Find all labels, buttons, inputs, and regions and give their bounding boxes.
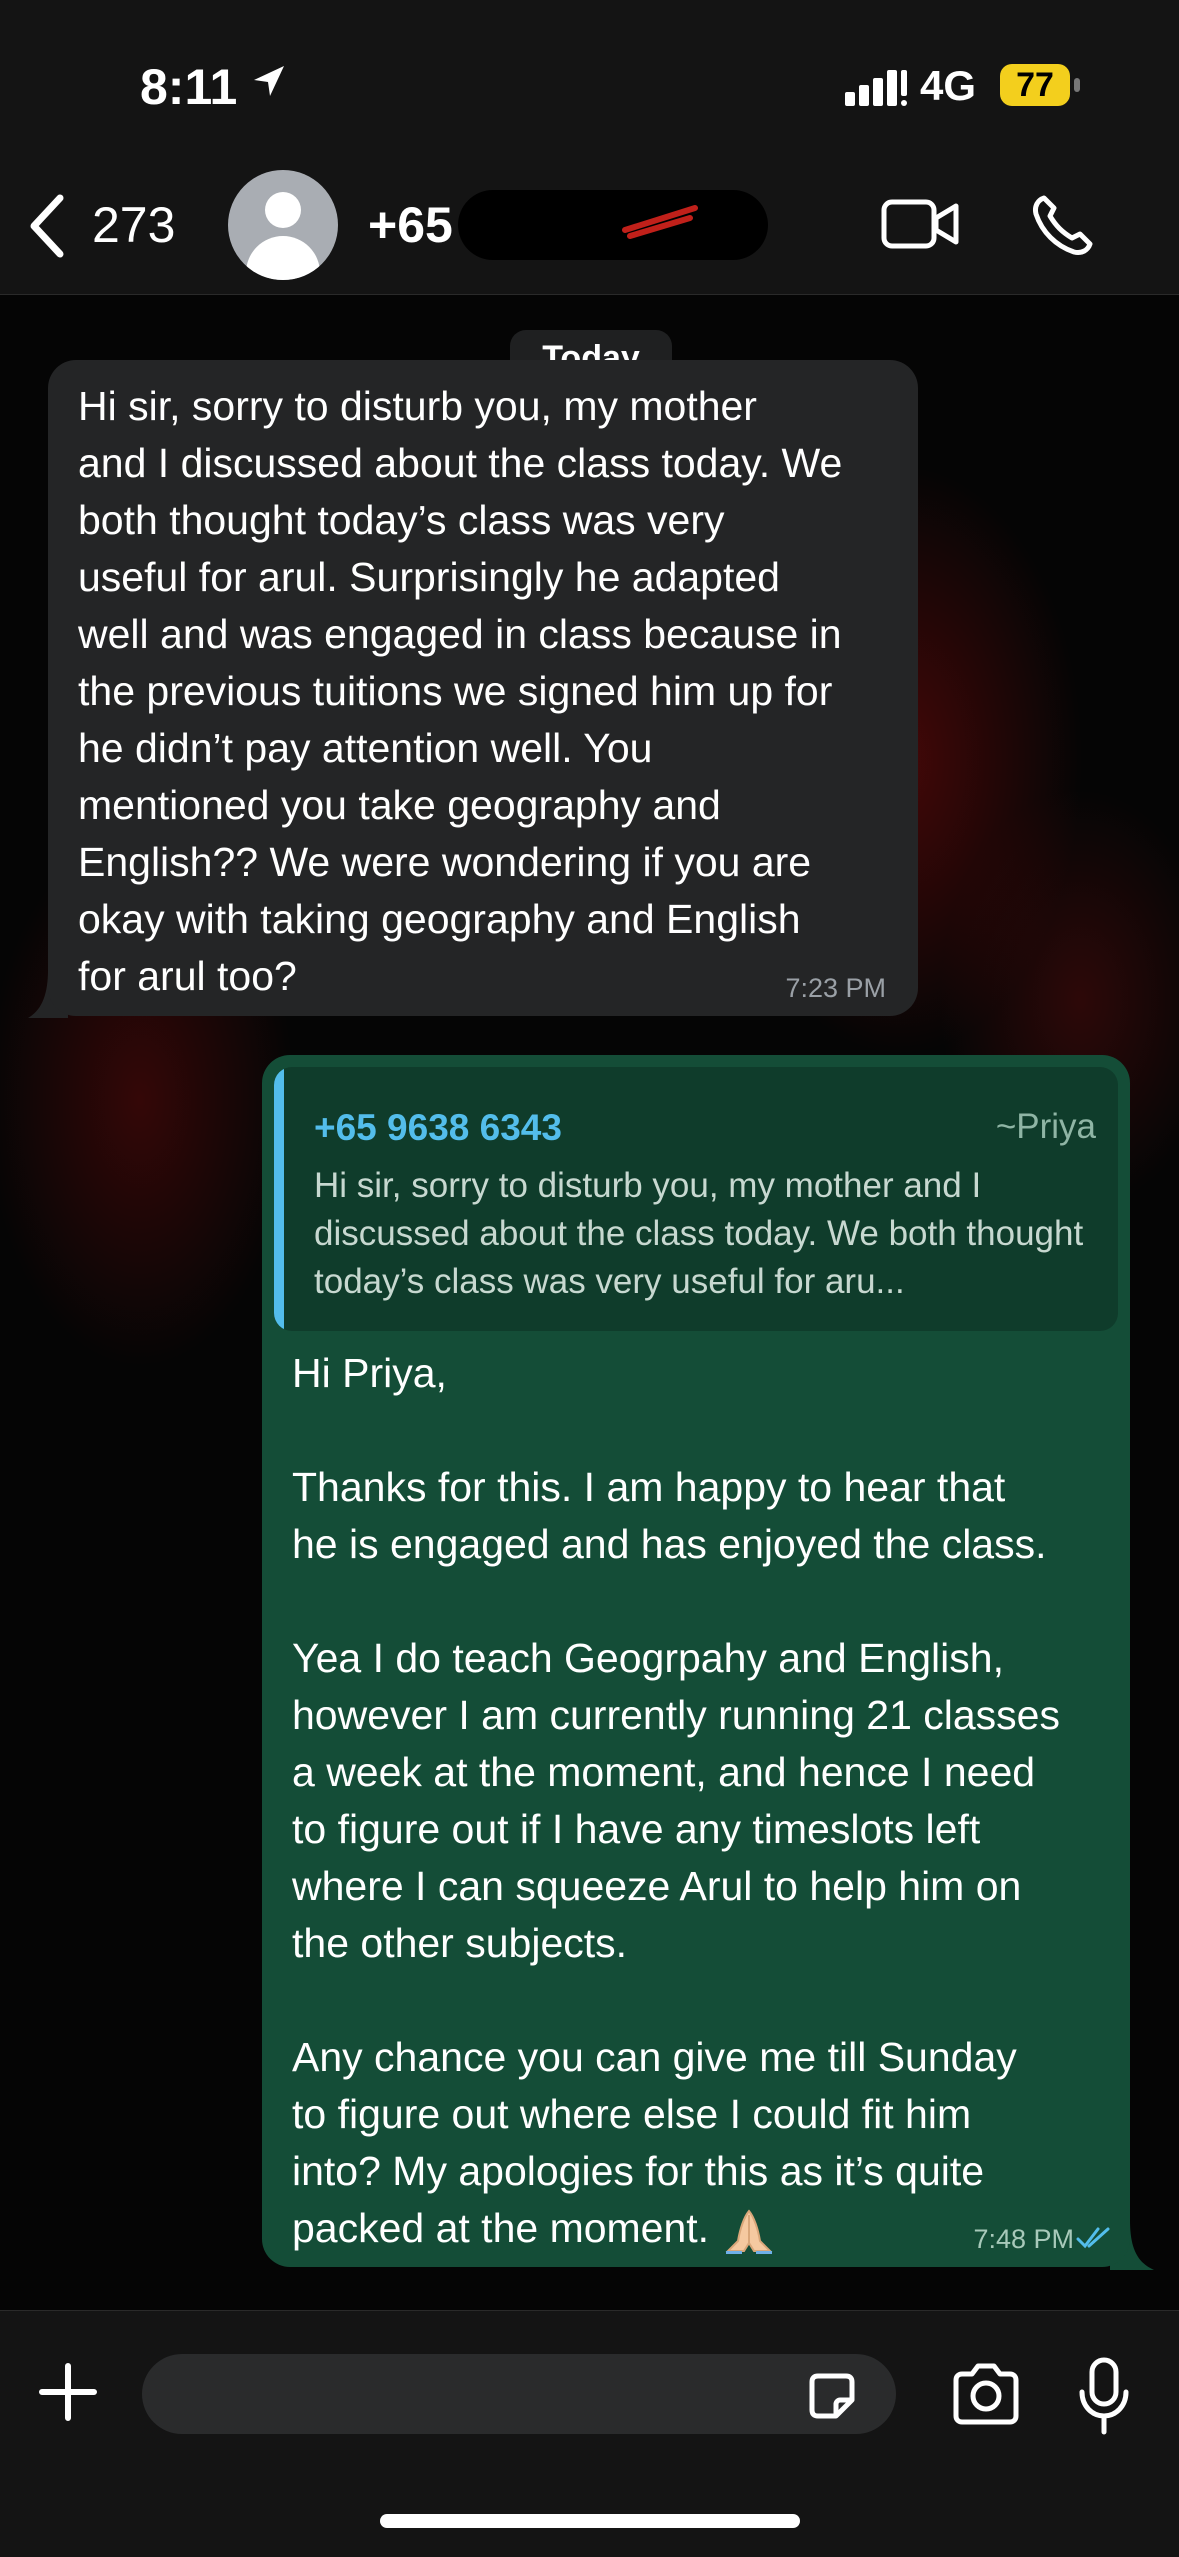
folded-hands-emoji-icon [726,2209,773,2255]
redaction-block [458,190,768,260]
message-timestamp: 7:48 PM [973,2224,1074,2254]
battery-tip [1074,78,1080,92]
battery-level: 77 [1000,64,1070,106]
quoted-text: Hi sir, sorry to disturb you, my mother … [314,1166,1084,1301]
camera-icon[interactable] [950,2362,1022,2426]
back-unread-count[interactable]: 273 [92,196,175,254]
redaction-scribble [622,205,698,239]
avatar-head [265,192,301,228]
message-text: Hi Priya, Thanks for this. I am happy to… [292,1350,1060,2251]
message-input[interactable] [142,2354,896,2434]
microphone-icon[interactable] [1074,2356,1134,2436]
signal-icon [845,70,907,106]
message-text-wrap: Hi Priya, Thanks for this. I am happy to… [292,1345,1122,2257]
location-arrow-icon [254,66,284,96]
avatar-body [246,236,320,280]
quoted-reply[interactable]: +65 9638 6343 ~Priya Hi sir, sorry to di… [274,1067,1118,1331]
quoted-sender-name: ~Priya [995,1107,1096,1146]
chevron-left-icon[interactable] [24,192,70,260]
home-indicator[interactable] [380,2514,800,2528]
network-type: 4G [920,62,977,109]
incoming-message-bubble[interactable]: Hi sir, sorry to disturb you, my mother … [48,360,918,1016]
video-call-icon[interactable] [880,196,960,252]
avatar[interactable] [228,170,338,280]
phone-call-icon[interactable] [1030,192,1096,258]
quoted-sender-number: +65 9638 6343 [314,1107,562,1148]
contact-name[interactable]: +65 [368,196,453,254]
quote-bar [274,1067,284,1331]
status-time: 8:11 [140,59,238,115]
double-check-read-icon [1076,2227,1110,2249]
message-timestamp: 7:23 PM [785,973,886,1003]
sticker-icon[interactable] [804,2368,860,2424]
plus-icon[interactable] [36,2360,100,2424]
outgoing-message-bubble[interactable]: +65 9638 6343 ~Priya Hi sir, sorry to di… [262,1055,1130,2267]
message-text: Hi sir, sorry to disturb you, my mother … [78,383,843,999]
